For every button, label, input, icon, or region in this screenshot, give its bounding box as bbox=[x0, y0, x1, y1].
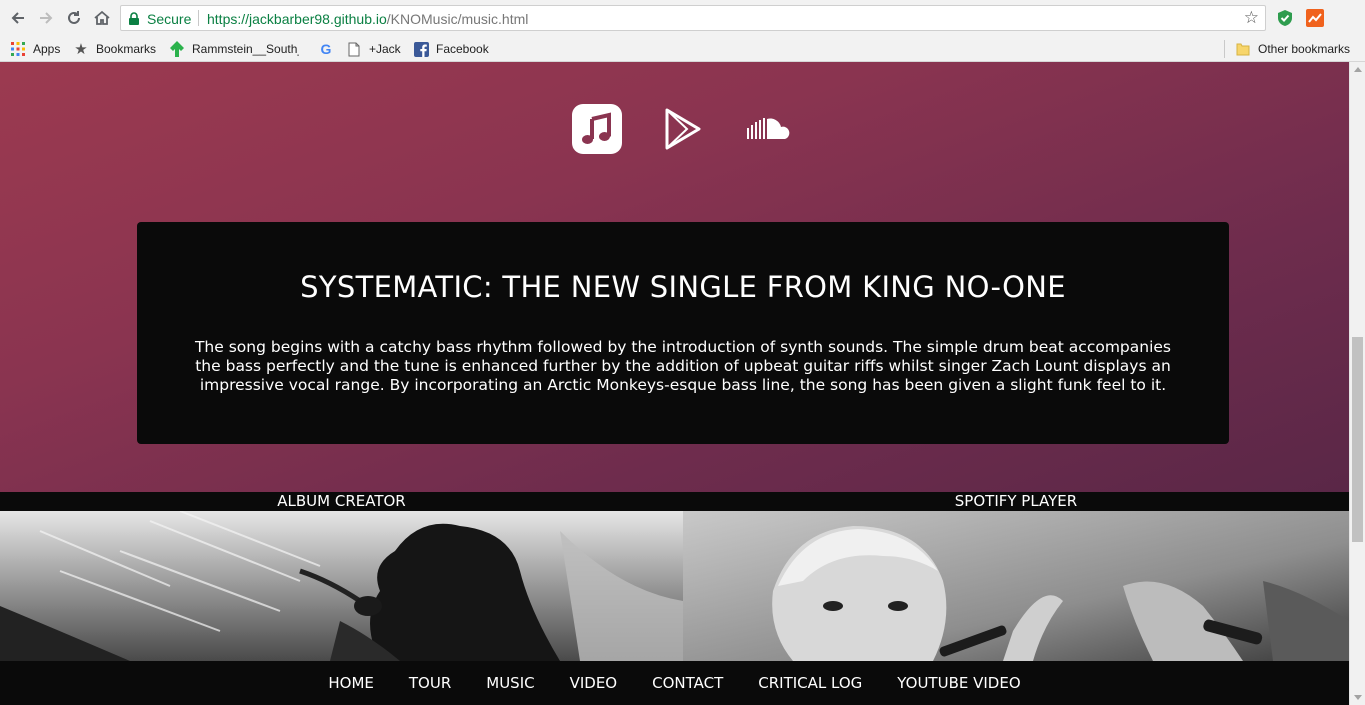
bookmark-other-label: Other bookmarks bbox=[1258, 42, 1351, 56]
bookmark-facebook-label: Facebook bbox=[436, 42, 489, 56]
bookmark-bookmarks[interactable]: ★ Bookmarks bbox=[73, 39, 156, 59]
soundcloud-icon bbox=[747, 118, 790, 139]
url-host: https://jackbarber98.github.io bbox=[207, 11, 387, 27]
reload-button[interactable] bbox=[63, 7, 85, 29]
bookmarks-bar: Apps ★ Bookmarks Rammstein__South_l G +J… bbox=[0, 36, 1365, 62]
feature-description: The song begins with a catchy bass rhyth… bbox=[194, 338, 1172, 394]
google-icon: G bbox=[320, 41, 332, 57]
columns-label-bar: ALBUM CREATOR SPOTIFY PLAYER bbox=[0, 492, 1349, 511]
apple-music-icon bbox=[572, 104, 622, 154]
page-viewport: SYSTEMATIC: THE NEW SINGLE FROM KING NO-… bbox=[0, 62, 1349, 705]
google-play-link[interactable] bbox=[664, 107, 702, 151]
album-creator-photo bbox=[0, 511, 683, 661]
home-button[interactable] bbox=[91, 7, 113, 29]
forward-button[interactable] bbox=[35, 7, 57, 29]
bookmark-rammstein-label: Rammstein__South_l bbox=[192, 42, 299, 56]
bookmark-bookmarks-label: Bookmarks bbox=[96, 42, 157, 56]
feedly-icon bbox=[169, 41, 185, 57]
scroll-thumb[interactable] bbox=[1352, 337, 1363, 542]
scroll-down-arrow-icon[interactable] bbox=[1354, 695, 1362, 700]
reload-icon bbox=[68, 11, 80, 24]
nav-contact[interactable]: CONTACT bbox=[652, 674, 723, 692]
spotify-player-label: SPOTIFY PLAYER bbox=[954, 492, 1078, 510]
scroll-up-arrow-icon[interactable] bbox=[1354, 67, 1362, 72]
url-path: /KNOMusic/music.html bbox=[386, 11, 529, 27]
bookmark-apps[interactable]: Apps bbox=[10, 39, 60, 59]
google-play-icon bbox=[665, 108, 701, 150]
back-arrow-icon bbox=[11, 12, 24, 24]
apple-music-link[interactable] bbox=[572, 104, 622, 154]
nav-home[interactable]: HOME bbox=[328, 674, 374, 692]
shield-extension-icon[interactable] bbox=[1275, 8, 1295, 28]
bookmark-jack-label: +Jack bbox=[369, 42, 401, 56]
nav-youtube-video[interactable]: YOUTUBE VIDEO bbox=[897, 674, 1020, 692]
page-icon bbox=[346, 41, 362, 57]
address-separator bbox=[198, 10, 199, 26]
spotify-player-photo bbox=[683, 511, 1349, 661]
bookmark-rammstein[interactable]: Rammstein__South_l bbox=[169, 39, 299, 59]
album-creator-label: ALBUM CREATOR bbox=[277, 492, 406, 510]
star-icon: ★ bbox=[74, 41, 88, 58]
bookmark-apps-label: Apps bbox=[33, 42, 61, 56]
bookmark-jack[interactable]: +Jack bbox=[346, 39, 401, 59]
folder-icon bbox=[1235, 41, 1251, 57]
bookmark-star-icon[interactable]: ☆ bbox=[1244, 9, 1259, 27]
secure-label: Secure bbox=[147, 11, 192, 27]
lock-icon bbox=[128, 12, 140, 30]
page-scrollbar[interactable] bbox=[1349, 62, 1365, 705]
browser-toolbar: Secure https://jackbarber98.github.io/KN… bbox=[0, 0, 1365, 36]
bookmark-facebook[interactable]: Facebook bbox=[413, 39, 489, 59]
feature-title: SYSTEMATIC: THE NEW SINGLE FROM KING NO-… bbox=[300, 270, 1066, 304]
nav-critical-log[interactable]: CRITICAL LOG bbox=[758, 674, 862, 692]
home-icon bbox=[94, 10, 110, 25]
main-navigation: HOME TOUR MUSIC VIDEO CONTACT CRITICAL L… bbox=[0, 661, 1349, 705]
nav-video[interactable]: VIDEO bbox=[570, 674, 618, 692]
address-bar[interactable]: Secure https://jackbarber98.github.io/KN… bbox=[120, 5, 1266, 31]
back-button[interactable] bbox=[7, 7, 29, 29]
singer-silhouette-image bbox=[0, 511, 683, 661]
facebook-icon bbox=[413, 41, 429, 57]
soundcloud-link[interactable] bbox=[746, 116, 792, 142]
bookmark-google[interactable]: G bbox=[318, 39, 341, 59]
hero-section: SYSTEMATIC: THE NEW SINGLE FROM KING NO-… bbox=[0, 62, 1349, 492]
bookmark-other[interactable]: Other bookmarks bbox=[1235, 39, 1350, 59]
analytics-extension-icon[interactable] bbox=[1305, 8, 1325, 28]
bookmarks-separator bbox=[1224, 40, 1225, 58]
single-feature-card: SYSTEMATIC: THE NEW SINGLE FROM KING NO-… bbox=[137, 222, 1229, 444]
forward-arrow-icon bbox=[40, 12, 53, 24]
apps-grid-icon bbox=[10, 41, 26, 57]
nav-tour[interactable]: TOUR bbox=[409, 674, 451, 692]
nav-music[interactable]: MUSIC bbox=[486, 674, 534, 692]
performer-image bbox=[683, 511, 1349, 661]
url-text[interactable]: https://jackbarber98.github.io/KNOMusic/… bbox=[207, 11, 528, 27]
